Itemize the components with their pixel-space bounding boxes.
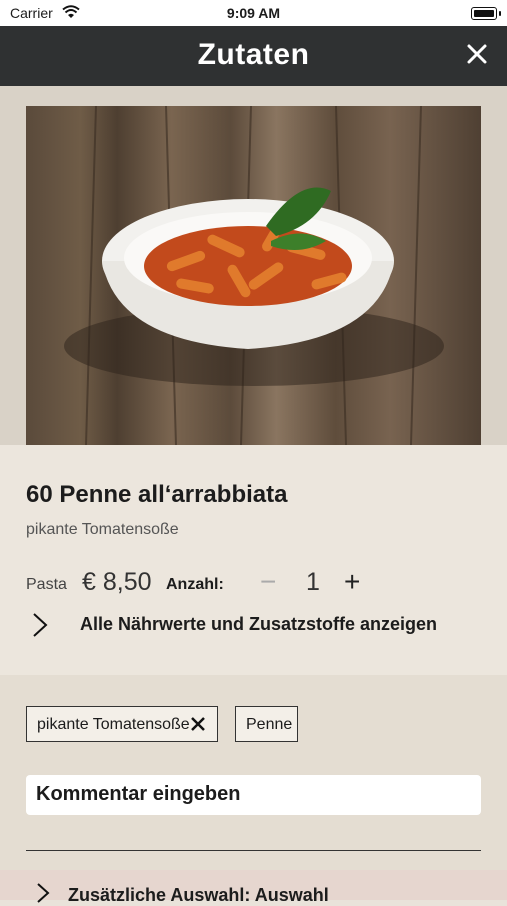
remove-icon[interactable] [189, 715, 207, 733]
nutrition-info-label: Alle Nährwerte und Zusatzstoffe anzeigen [80, 614, 438, 634]
modal-header: Zutaten [0, 26, 507, 86]
battery-tip [499, 11, 501, 16]
pasta-photo [64, 106, 444, 445]
chevron-right-icon [37, 883, 50, 903]
chevron-right-icon [33, 613, 48, 637]
extra-selection-label: Zusätzliche Auswahl: Auswahl [68, 885, 329, 905]
item-category: Pasta [26, 576, 67, 593]
ingredient-chip-label: Penne [246, 716, 293, 733]
ingredient-chip-label: pikante Tomatensoße [37, 716, 190, 733]
status-time: 9:09 AM [226, 5, 281, 21]
ingredient-chip-penne[interactable]: Penne [235, 706, 298, 742]
extra-selection-row[interactable]: Zusätzliche Auswahl: Auswahl [0, 870, 507, 905]
battery-icon [471, 7, 497, 20]
product-image [26, 106, 481, 445]
status-bar: Carrier 9:09 AM [0, 0, 507, 26]
item-price: € 8,50 [82, 568, 152, 596]
item-subtitle: pikante Tomatensoße [26, 521, 179, 538]
quantity-minus-button[interactable]: − [260, 566, 276, 598]
quantity-plus-button[interactable]: + [344, 566, 360, 598]
item-title: 60 Penne all‘arrabbiata [26, 481, 288, 508]
quantity-label: Anzahl: [166, 576, 224, 593]
price-row: Pasta € 8,50 Anzahl: − 1 + [26, 566, 481, 600]
page-title: Zutaten [197, 38, 310, 71]
nutrition-info-link[interactable]: Alle Nährwerte und Zusatzstoffe anzeigen [26, 608, 481, 642]
quantity-value: 1 [306, 568, 320, 596]
ingredient-chip-sauce[interactable]: pikante Tomatensoße [26, 706, 218, 742]
divider [26, 850, 481, 851]
comment-input[interactable]: Kommentar eingeben [26, 775, 481, 815]
close-icon[interactable] [465, 42, 489, 66]
